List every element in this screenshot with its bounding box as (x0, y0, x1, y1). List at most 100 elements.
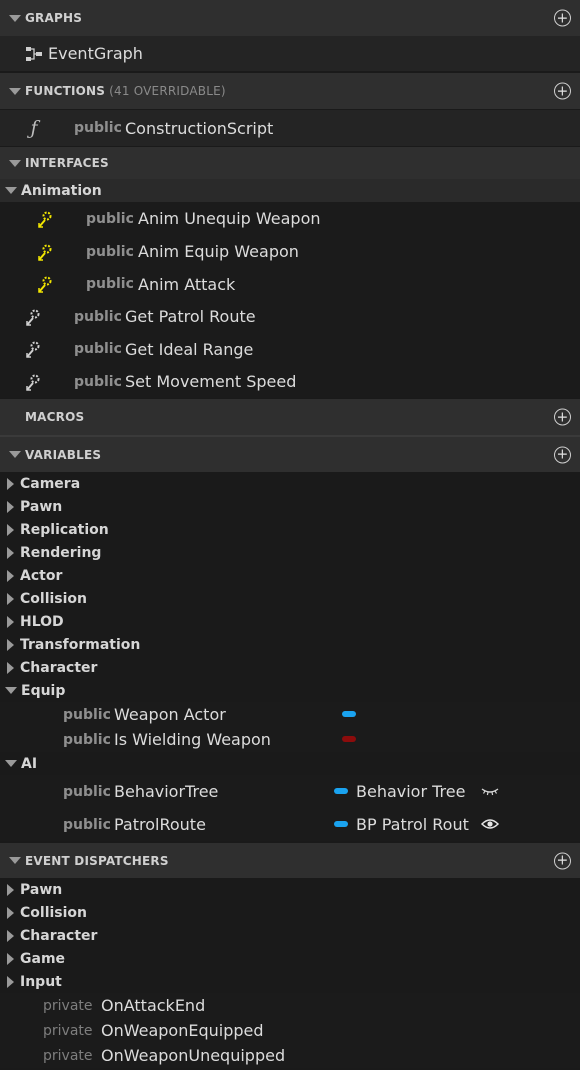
section-title: FUNCTIONS (25, 84, 106, 98)
type-pill-object[interactable] (334, 821, 348, 827)
variable-category-camera[interactable]: Camera (0, 472, 580, 495)
category-label: Game (20, 950, 66, 967)
category-label: Character (20, 927, 98, 944)
graph-icon (24, 44, 44, 64)
collapse-icon (9, 87, 21, 95)
access-label: public (74, 120, 122, 136)
interface-function-icon (36, 242, 54, 262)
section-functions[interactable]: FUNCTIONS (41 OVERRIDABLE) + (0, 73, 580, 109)
interface-label: Set Movement Speed (125, 372, 297, 391)
variable-item[interactable]: public Is Wielding Weapon (0, 727, 580, 752)
dispatcher-category-game[interactable]: Game (0, 947, 580, 970)
section-title: EVENT DISPATCHERS (25, 853, 169, 868)
variable-item[interactable]: public PatrolRoute BP Patrol Rout (0, 808, 580, 841)
dispatcher-category-collision[interactable]: Collision (0, 901, 580, 924)
interface-function-icon (24, 339, 42, 359)
section-event-dispatchers[interactable]: EVENT DISPATCHERS + (0, 843, 580, 878)
category-label: Pawn (20, 498, 63, 515)
dispatcher-item[interactable]: private OnWeaponUnequipped (0, 1043, 580, 1068)
add-graph-button[interactable]: + (554, 9, 571, 27)
add-macro-button[interactable]: + (554, 408, 571, 426)
access-label: public (63, 731, 111, 748)
variable-category-transformation[interactable]: Transformation (0, 633, 580, 656)
dispatcher-item[interactable]: private OnAttackEnd (0, 993, 580, 1018)
variable-category-rendering[interactable]: Rendering (0, 541, 580, 564)
section-title: GRAPHS (25, 11, 83, 25)
category-label: Character (20, 659, 98, 676)
variable-label: PatrolRoute (114, 815, 206, 834)
interface-label: Anim Equip Weapon (138, 242, 299, 261)
add-event-dispatcher-button[interactable]: + (554, 852, 571, 869)
dispatcher-item[interactable]: private OnWeaponEquipped (0, 1018, 580, 1043)
section-title: MACROS (25, 410, 85, 424)
category-label: Rendering (20, 544, 102, 561)
access-label: public (86, 276, 134, 292)
variable-type-label: Behavior Tree (356, 782, 466, 801)
interface-item[interactable]: public Get Ideal Range (0, 333, 580, 365)
variable-type-label: BP Patrol Rout (356, 815, 469, 834)
category-label: Collision (20, 590, 88, 607)
variable-item[interactable]: public BehaviorTree Behavior Tree (0, 775, 580, 808)
section-graphs[interactable]: GRAPHS + (0, 0, 580, 36)
expanded-arrow-icon (5, 687, 17, 694)
eye-closed-icon[interactable] (480, 782, 500, 800)
add-variable-button[interactable]: + (554, 446, 571, 463)
variable-category-replication[interactable]: Replication (0, 518, 580, 541)
variable-category-actor[interactable]: Actor (0, 564, 580, 587)
collapsed-arrow-icon (7, 638, 14, 651)
dispatcher-category-pawn[interactable]: Pawn (0, 878, 580, 901)
access-label: public (63, 783, 111, 800)
category-label: Input (20, 973, 62, 990)
collapsed-arrow-icon (7, 975, 14, 988)
interface-item[interactable]: public Anim Unequip Weapon (0, 202, 580, 235)
type-pill-object[interactable] (342, 711, 356, 717)
variable-label: BehaviorTree (114, 782, 219, 801)
interface-function-icon (36, 209, 54, 229)
type-pill-boolean[interactable] (342, 736, 356, 742)
category-label: Transformation (20, 636, 141, 653)
section-variables[interactable]: VARIABLES + (0, 437, 580, 472)
access-label: public (86, 210, 134, 227)
variable-category-hlod[interactable]: HLOD (0, 610, 580, 633)
variable-category-ai[interactable]: AI (0, 752, 580, 775)
interface-item[interactable]: public Anim Attack (0, 268, 580, 300)
interface-label: Anim Attack (138, 274, 236, 294)
add-function-button[interactable]: + (554, 82, 571, 100)
collapse-icon (9, 159, 21, 167)
eye-open-icon[interactable] (480, 815, 500, 833)
variable-category-character[interactable]: Character (0, 656, 580, 679)
category-label: HLOD (20, 613, 64, 630)
dispatcher-category-character[interactable]: Character (0, 924, 580, 947)
collapsed-arrow-icon (7, 615, 14, 628)
interface-item[interactable]: public Set Movement Speed (0, 365, 580, 398)
collapsed-arrow-icon (7, 569, 14, 582)
dispatcher-category-input[interactable]: Input (0, 970, 580, 993)
collapsed-arrow-icon (7, 477, 14, 490)
interface-label: Get Patrol Route (125, 307, 256, 326)
interface-item[interactable]: public Anim Equip Weapon (0, 235, 580, 268)
variable-category-collision[interactable]: Collision (0, 587, 580, 610)
dispatcher-label: OnWeaponEquipped (101, 1021, 264, 1040)
category-label: Replication (20, 521, 109, 538)
interface-function-icon (36, 274, 54, 294)
variable-label: Weapon Actor (114, 705, 226, 724)
type-pill-object[interactable] (334, 788, 348, 794)
section-interfaces[interactable]: INTERFACES (0, 147, 580, 179)
access-label: public (74, 308, 122, 325)
function-item[interactable]: ƒ public ConstructionScript (0, 110, 580, 146)
interface-function-icon (24, 372, 42, 392)
category-label: Actor (20, 567, 63, 584)
interface-function-icon (24, 307, 42, 327)
interface-group-animation[interactable]: Animation (0, 179, 580, 202)
dispatcher-label: OnAttackEnd (101, 996, 206, 1015)
interface-item[interactable]: public Get Patrol Route (0, 300, 580, 333)
access-label: public (74, 373, 122, 390)
collapsed-arrow-icon (7, 523, 14, 536)
section-macros[interactable]: MACROS + (0, 399, 580, 435)
dispatcher-label: OnWeaponUnequipped (101, 1046, 286, 1065)
variable-item[interactable]: public Weapon Actor (0, 702, 580, 727)
access-label: public (63, 816, 111, 833)
graph-item-eventgraph[interactable]: EventGraph (0, 36, 580, 71)
variable-category-equip[interactable]: Equip (0, 679, 580, 702)
variable-category-pawn[interactable]: Pawn (0, 495, 580, 518)
